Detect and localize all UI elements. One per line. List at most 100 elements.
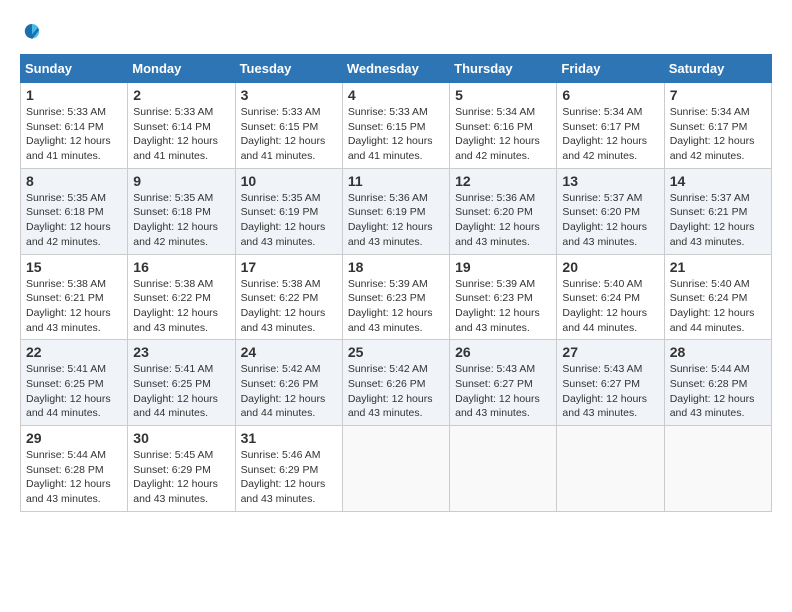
day-number: 31: [241, 430, 337, 446]
calendar-cell: 29 Sunrise: 5:44 AM Sunset: 6:28 PM Dayl…: [21, 426, 128, 512]
day-info: Sunrise: 5:33 AM Sunset: 6:14 PM Dayligh…: [133, 105, 229, 164]
day-info: Sunrise: 5:33 AM Sunset: 6:15 PM Dayligh…: [348, 105, 444, 164]
day-number: 11: [348, 173, 444, 189]
day-info: Sunrise: 5:35 AM Sunset: 6:18 PM Dayligh…: [133, 191, 229, 250]
day-number: 27: [562, 344, 658, 360]
day-number: 26: [455, 344, 551, 360]
calendar-cell: 18 Sunrise: 5:39 AM Sunset: 6:23 PM Dayl…: [342, 254, 449, 340]
day-number: 21: [670, 259, 766, 275]
day-number: 24: [241, 344, 337, 360]
logo: [20, 20, 48, 44]
day-number: 18: [348, 259, 444, 275]
day-info: Sunrise: 5:36 AM Sunset: 6:19 PM Dayligh…: [348, 191, 444, 250]
day-info: Sunrise: 5:33 AM Sunset: 6:15 PM Dayligh…: [241, 105, 337, 164]
day-header-tuesday: Tuesday: [235, 55, 342, 83]
day-number: 19: [455, 259, 551, 275]
day-info: Sunrise: 5:37 AM Sunset: 6:20 PM Dayligh…: [562, 191, 658, 250]
day-info: Sunrise: 5:35 AM Sunset: 6:19 PM Dayligh…: [241, 191, 337, 250]
day-info: Sunrise: 5:42 AM Sunset: 6:26 PM Dayligh…: [348, 362, 444, 421]
calendar-cell: 3 Sunrise: 5:33 AM Sunset: 6:15 PM Dayli…: [235, 83, 342, 169]
calendar-cell: 4 Sunrise: 5:33 AM Sunset: 6:15 PM Dayli…: [342, 83, 449, 169]
calendar-cell: 23 Sunrise: 5:41 AM Sunset: 6:25 PM Dayl…: [128, 340, 235, 426]
day-info: Sunrise: 5:38 AM Sunset: 6:22 PM Dayligh…: [133, 277, 229, 336]
day-header-monday: Monday: [128, 55, 235, 83]
day-number: 30: [133, 430, 229, 446]
calendar-cell: 10 Sunrise: 5:35 AM Sunset: 6:19 PM Dayl…: [235, 168, 342, 254]
calendar-cell: 30 Sunrise: 5:45 AM Sunset: 6:29 PM Dayl…: [128, 426, 235, 512]
day-header-friday: Friday: [557, 55, 664, 83]
calendar-cell: 9 Sunrise: 5:35 AM Sunset: 6:18 PM Dayli…: [128, 168, 235, 254]
day-number: 6: [562, 87, 658, 103]
calendar-cell: 16 Sunrise: 5:38 AM Sunset: 6:22 PM Dayl…: [128, 254, 235, 340]
day-header-thursday: Thursday: [450, 55, 557, 83]
day-number: 16: [133, 259, 229, 275]
day-number: 23: [133, 344, 229, 360]
day-number: 7: [670, 87, 766, 103]
calendar-week-1: 1 Sunrise: 5:33 AM Sunset: 6:14 PM Dayli…: [21, 83, 772, 169]
calendar-header: SundayMondayTuesdayWednesdayThursdayFrid…: [21, 55, 772, 83]
calendar-cell: 7 Sunrise: 5:34 AM Sunset: 6:17 PM Dayli…: [664, 83, 771, 169]
day-info: Sunrise: 5:39 AM Sunset: 6:23 PM Dayligh…: [455, 277, 551, 336]
calendar-cell: [664, 426, 771, 512]
day-info: Sunrise: 5:44 AM Sunset: 6:28 PM Dayligh…: [670, 362, 766, 421]
day-info: Sunrise: 5:36 AM Sunset: 6:20 PM Dayligh…: [455, 191, 551, 250]
calendar-week-3: 15 Sunrise: 5:38 AM Sunset: 6:21 PM Dayl…: [21, 254, 772, 340]
calendar-cell: 28 Sunrise: 5:44 AM Sunset: 6:28 PM Dayl…: [664, 340, 771, 426]
calendar-cell: 19 Sunrise: 5:39 AM Sunset: 6:23 PM Dayl…: [450, 254, 557, 340]
day-info: Sunrise: 5:44 AM Sunset: 6:28 PM Dayligh…: [26, 448, 122, 507]
calendar-cell: 1 Sunrise: 5:33 AM Sunset: 6:14 PM Dayli…: [21, 83, 128, 169]
day-number: 4: [348, 87, 444, 103]
day-header-sunday: Sunday: [21, 55, 128, 83]
day-info: Sunrise: 5:33 AM Sunset: 6:14 PM Dayligh…: [26, 105, 122, 164]
day-number: 9: [133, 173, 229, 189]
day-info: Sunrise: 5:43 AM Sunset: 6:27 PM Dayligh…: [562, 362, 658, 421]
calendar-cell: 26 Sunrise: 5:43 AM Sunset: 6:27 PM Dayl…: [450, 340, 557, 426]
calendar-cell: 21 Sunrise: 5:40 AM Sunset: 6:24 PM Dayl…: [664, 254, 771, 340]
calendar-cell: 20 Sunrise: 5:40 AM Sunset: 6:24 PM Dayl…: [557, 254, 664, 340]
calendar-cell: [450, 426, 557, 512]
day-info: Sunrise: 5:40 AM Sunset: 6:24 PM Dayligh…: [670, 277, 766, 336]
calendar-cell: 2 Sunrise: 5:33 AM Sunset: 6:14 PM Dayli…: [128, 83, 235, 169]
calendar-cell: 25 Sunrise: 5:42 AM Sunset: 6:26 PM Dayl…: [342, 340, 449, 426]
page-header: [20, 20, 772, 44]
logo-icon: [20, 20, 44, 44]
day-info: Sunrise: 5:43 AM Sunset: 6:27 PM Dayligh…: [455, 362, 551, 421]
day-info: Sunrise: 5:34 AM Sunset: 6:16 PM Dayligh…: [455, 105, 551, 164]
day-number: 29: [26, 430, 122, 446]
calendar-cell: 24 Sunrise: 5:42 AM Sunset: 6:26 PM Dayl…: [235, 340, 342, 426]
calendar-cell: 13 Sunrise: 5:37 AM Sunset: 6:20 PM Dayl…: [557, 168, 664, 254]
day-info: Sunrise: 5:42 AM Sunset: 6:26 PM Dayligh…: [241, 362, 337, 421]
calendar-cell: 27 Sunrise: 5:43 AM Sunset: 6:27 PM Dayl…: [557, 340, 664, 426]
day-number: 5: [455, 87, 551, 103]
calendar-cell: 5 Sunrise: 5:34 AM Sunset: 6:16 PM Dayli…: [450, 83, 557, 169]
calendar-table: SundayMondayTuesdayWednesdayThursdayFrid…: [20, 54, 772, 512]
day-number: 20: [562, 259, 658, 275]
calendar-cell: 17 Sunrise: 5:38 AM Sunset: 6:22 PM Dayl…: [235, 254, 342, 340]
day-info: Sunrise: 5:41 AM Sunset: 6:25 PM Dayligh…: [133, 362, 229, 421]
day-info: Sunrise: 5:40 AM Sunset: 6:24 PM Dayligh…: [562, 277, 658, 336]
calendar-cell: 6 Sunrise: 5:34 AM Sunset: 6:17 PM Dayli…: [557, 83, 664, 169]
day-header-saturday: Saturday: [664, 55, 771, 83]
day-number: 12: [455, 173, 551, 189]
day-number: 13: [562, 173, 658, 189]
day-number: 17: [241, 259, 337, 275]
calendar-cell: 22 Sunrise: 5:41 AM Sunset: 6:25 PM Dayl…: [21, 340, 128, 426]
calendar-week-2: 8 Sunrise: 5:35 AM Sunset: 6:18 PM Dayli…: [21, 168, 772, 254]
day-info: Sunrise: 5:39 AM Sunset: 6:23 PM Dayligh…: [348, 277, 444, 336]
day-info: Sunrise: 5:38 AM Sunset: 6:21 PM Dayligh…: [26, 277, 122, 336]
day-number: 15: [26, 259, 122, 275]
calendar-cell: 8 Sunrise: 5:35 AM Sunset: 6:18 PM Dayli…: [21, 168, 128, 254]
day-info: Sunrise: 5:41 AM Sunset: 6:25 PM Dayligh…: [26, 362, 122, 421]
header-row: SundayMondayTuesdayWednesdayThursdayFrid…: [21, 55, 772, 83]
day-number: 25: [348, 344, 444, 360]
calendar-cell: [557, 426, 664, 512]
day-info: Sunrise: 5:45 AM Sunset: 6:29 PM Dayligh…: [133, 448, 229, 507]
calendar-body: 1 Sunrise: 5:33 AM Sunset: 6:14 PM Dayli…: [21, 83, 772, 512]
day-number: 8: [26, 173, 122, 189]
day-number: 1: [26, 87, 122, 103]
calendar-cell: 31 Sunrise: 5:46 AM Sunset: 6:29 PM Dayl…: [235, 426, 342, 512]
day-info: Sunrise: 5:35 AM Sunset: 6:18 PM Dayligh…: [26, 191, 122, 250]
day-info: Sunrise: 5:37 AM Sunset: 6:21 PM Dayligh…: [670, 191, 766, 250]
day-number: 3: [241, 87, 337, 103]
calendar-week-5: 29 Sunrise: 5:44 AM Sunset: 6:28 PM Dayl…: [21, 426, 772, 512]
